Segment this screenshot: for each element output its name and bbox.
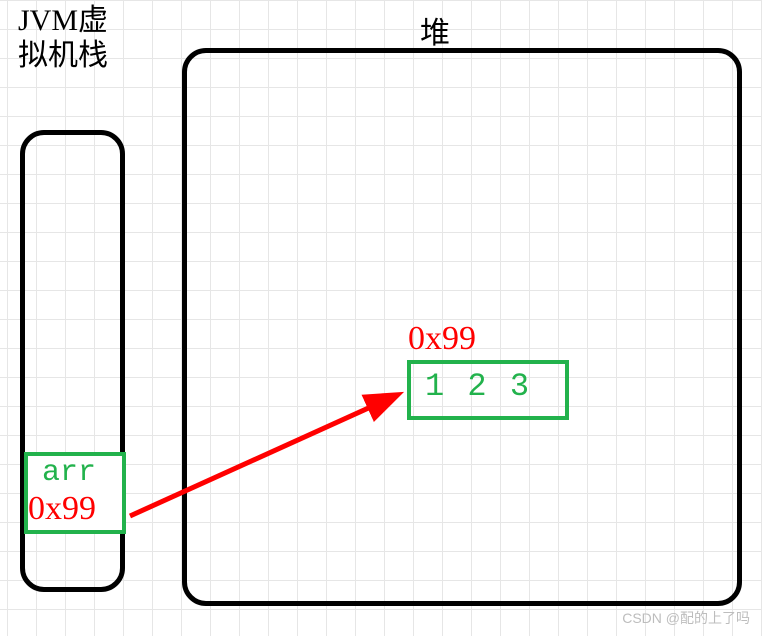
stack-variable-name: arr xyxy=(42,456,96,490)
watermark-text: CSDN @配的上了吗 xyxy=(622,608,750,628)
heap-object-address: 0x99 xyxy=(408,320,476,358)
heap-title: 堆 xyxy=(420,8,450,52)
stack-variable-address: 0x99 xyxy=(28,490,96,528)
heap-array-values: 1 2 3 xyxy=(425,368,531,405)
diagram-canvas: JVM虚 拟机栈 堆 arr 0x99 0x99 1 2 3 CSDN @配的上… xyxy=(0,0,762,636)
stack-title: JVM虚 拟机栈 xyxy=(18,4,108,73)
